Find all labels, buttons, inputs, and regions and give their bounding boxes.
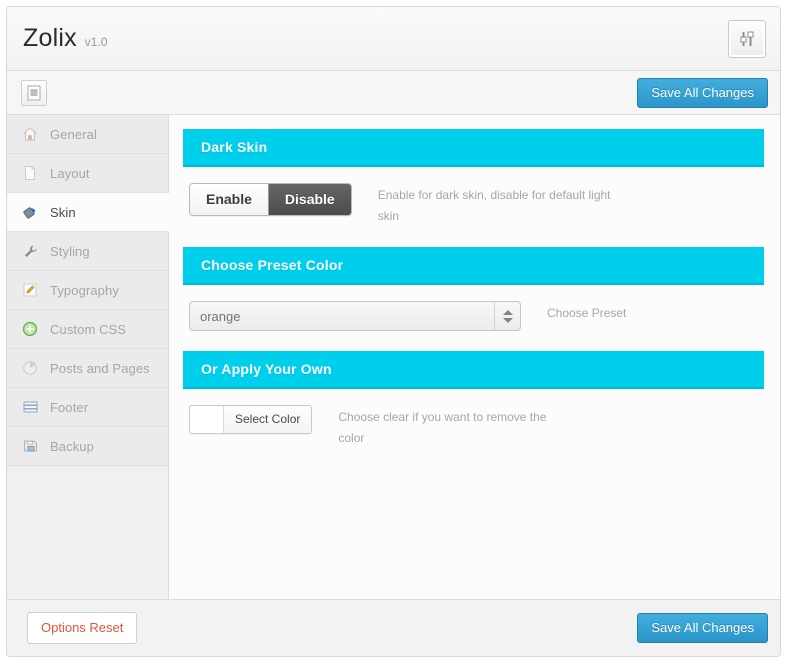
sidebar-item-label: Footer xyxy=(50,399,89,415)
sidebar-item-layout[interactable]: Layout xyxy=(7,154,168,193)
app-window: Zolix v1.0 Save All Changes General Layo… xyxy=(0,0,787,663)
wrench-icon xyxy=(21,242,39,260)
brand: Zolix v1.0 xyxy=(23,24,107,53)
caret-down-icon xyxy=(502,317,513,323)
pencil-icon xyxy=(21,281,39,299)
sidebar-item-label: Posts and Pages xyxy=(50,360,150,376)
color-swatch[interactable] xyxy=(190,406,224,433)
field-description: Enable for dark skin, disable for defaul… xyxy=(377,188,611,223)
color-picker[interactable]: Select Color xyxy=(189,405,313,434)
pie-clock-icon xyxy=(21,359,39,377)
field-description: Choose clear if you want to remove the c… xyxy=(338,410,547,445)
sidebar-filler xyxy=(7,466,168,599)
preset-color-select[interactable]: orange xyxy=(189,301,521,331)
save-all-changes-button-top[interactable]: Save All Changes xyxy=(637,77,768,108)
section-body: orange Choose Preset xyxy=(183,285,764,347)
save-all-changes-button-bottom[interactable]: Save All Changes xyxy=(637,613,768,643)
page-footer: Options Reset Save All Changes xyxy=(7,600,780,656)
floppy-disk-icon xyxy=(21,437,39,455)
caret-up-icon xyxy=(502,309,513,315)
sidebar-item-posts-and-pages[interactable]: Posts and Pages xyxy=(7,349,168,388)
field-description: Choose Preset xyxy=(547,306,627,320)
sidebar-item-skin[interactable]: Skin xyxy=(7,193,169,232)
panel-body: General Layout Skin Styling Typography C… xyxy=(7,115,780,600)
section-dark-skin: Dark Skin Enable Disable Enable for dark… xyxy=(183,129,764,243)
version-label: v1.0 xyxy=(84,35,108,49)
page-title: Zolix xyxy=(23,24,77,52)
sidebar-item-footer[interactable]: Footer xyxy=(7,388,168,427)
toggle-option-disable[interactable]: Disable xyxy=(267,184,351,215)
sidebar-item-label: Skin xyxy=(50,204,76,220)
section-choose-preset-color: Choose Preset Color orange Choose Preset xyxy=(183,247,764,347)
preset-color-field[interactable]: orange xyxy=(189,301,521,331)
select-value: orange xyxy=(200,308,241,324)
sidebar-item-general[interactable]: General xyxy=(7,115,168,154)
sidebar-item-styling[interactable]: Styling xyxy=(7,232,168,271)
paint-bucket-icon xyxy=(21,203,39,221)
sidebar-item-label: Layout xyxy=(50,165,90,181)
toggle-group[interactable]: Enable Disable xyxy=(189,183,352,216)
dark-skin-toggle[interactable]: Enable Disable xyxy=(189,183,352,216)
stepper-arrows-icon[interactable] xyxy=(494,302,520,330)
stacked-lines-icon xyxy=(21,398,39,416)
sliders-icon[interactable] xyxy=(728,19,766,58)
sidebar-item-typography[interactable]: Typography xyxy=(7,271,168,310)
sidebar-item-label: Custom CSS xyxy=(50,321,127,337)
section-title: Dark Skin xyxy=(183,129,764,167)
home-icon xyxy=(21,125,39,143)
top-toolbar: Save All Changes xyxy=(7,71,780,115)
panel-collapse-icon[interactable] xyxy=(21,79,47,106)
page-header: Zolix v1.0 xyxy=(7,7,780,71)
sidebar-item-label: General xyxy=(50,126,97,142)
select-color-button[interactable]: Select Color xyxy=(224,406,312,433)
sidebar-item-label: Typography xyxy=(50,282,119,298)
section-title: Or Apply Your Own xyxy=(183,351,764,389)
settings-content: Dark Skin Enable Disable Enable for dark… xyxy=(169,115,780,599)
sidebar-item-label: Backup xyxy=(50,438,94,454)
custom-color-field[interactable]: Select Color xyxy=(189,405,313,438)
section-body: Select Color Choose clear if you want to… xyxy=(183,389,764,465)
sidebar-item-label: Styling xyxy=(50,243,90,259)
options-panel: Zolix v1.0 Save All Changes General Layo… xyxy=(6,6,781,657)
sidebar-item-backup[interactable]: Backup xyxy=(7,427,168,466)
sidebar-item-custom-css[interactable]: Custom CSS xyxy=(7,310,168,349)
page-icon xyxy=(21,164,39,182)
sidebar: General Layout Skin Styling Typography C… xyxy=(7,115,169,599)
section-or-apply-your-own: Or Apply Your Own Select Color Choose cl… xyxy=(183,351,764,465)
plus-circle-icon xyxy=(21,320,39,338)
toggle-option-enable[interactable]: Enable xyxy=(190,184,268,215)
options-reset-button[interactable]: Options Reset xyxy=(27,612,138,644)
section-body: Enable Disable Enable for dark skin, dis… xyxy=(183,167,764,243)
section-title: Choose Preset Color xyxy=(183,247,764,285)
